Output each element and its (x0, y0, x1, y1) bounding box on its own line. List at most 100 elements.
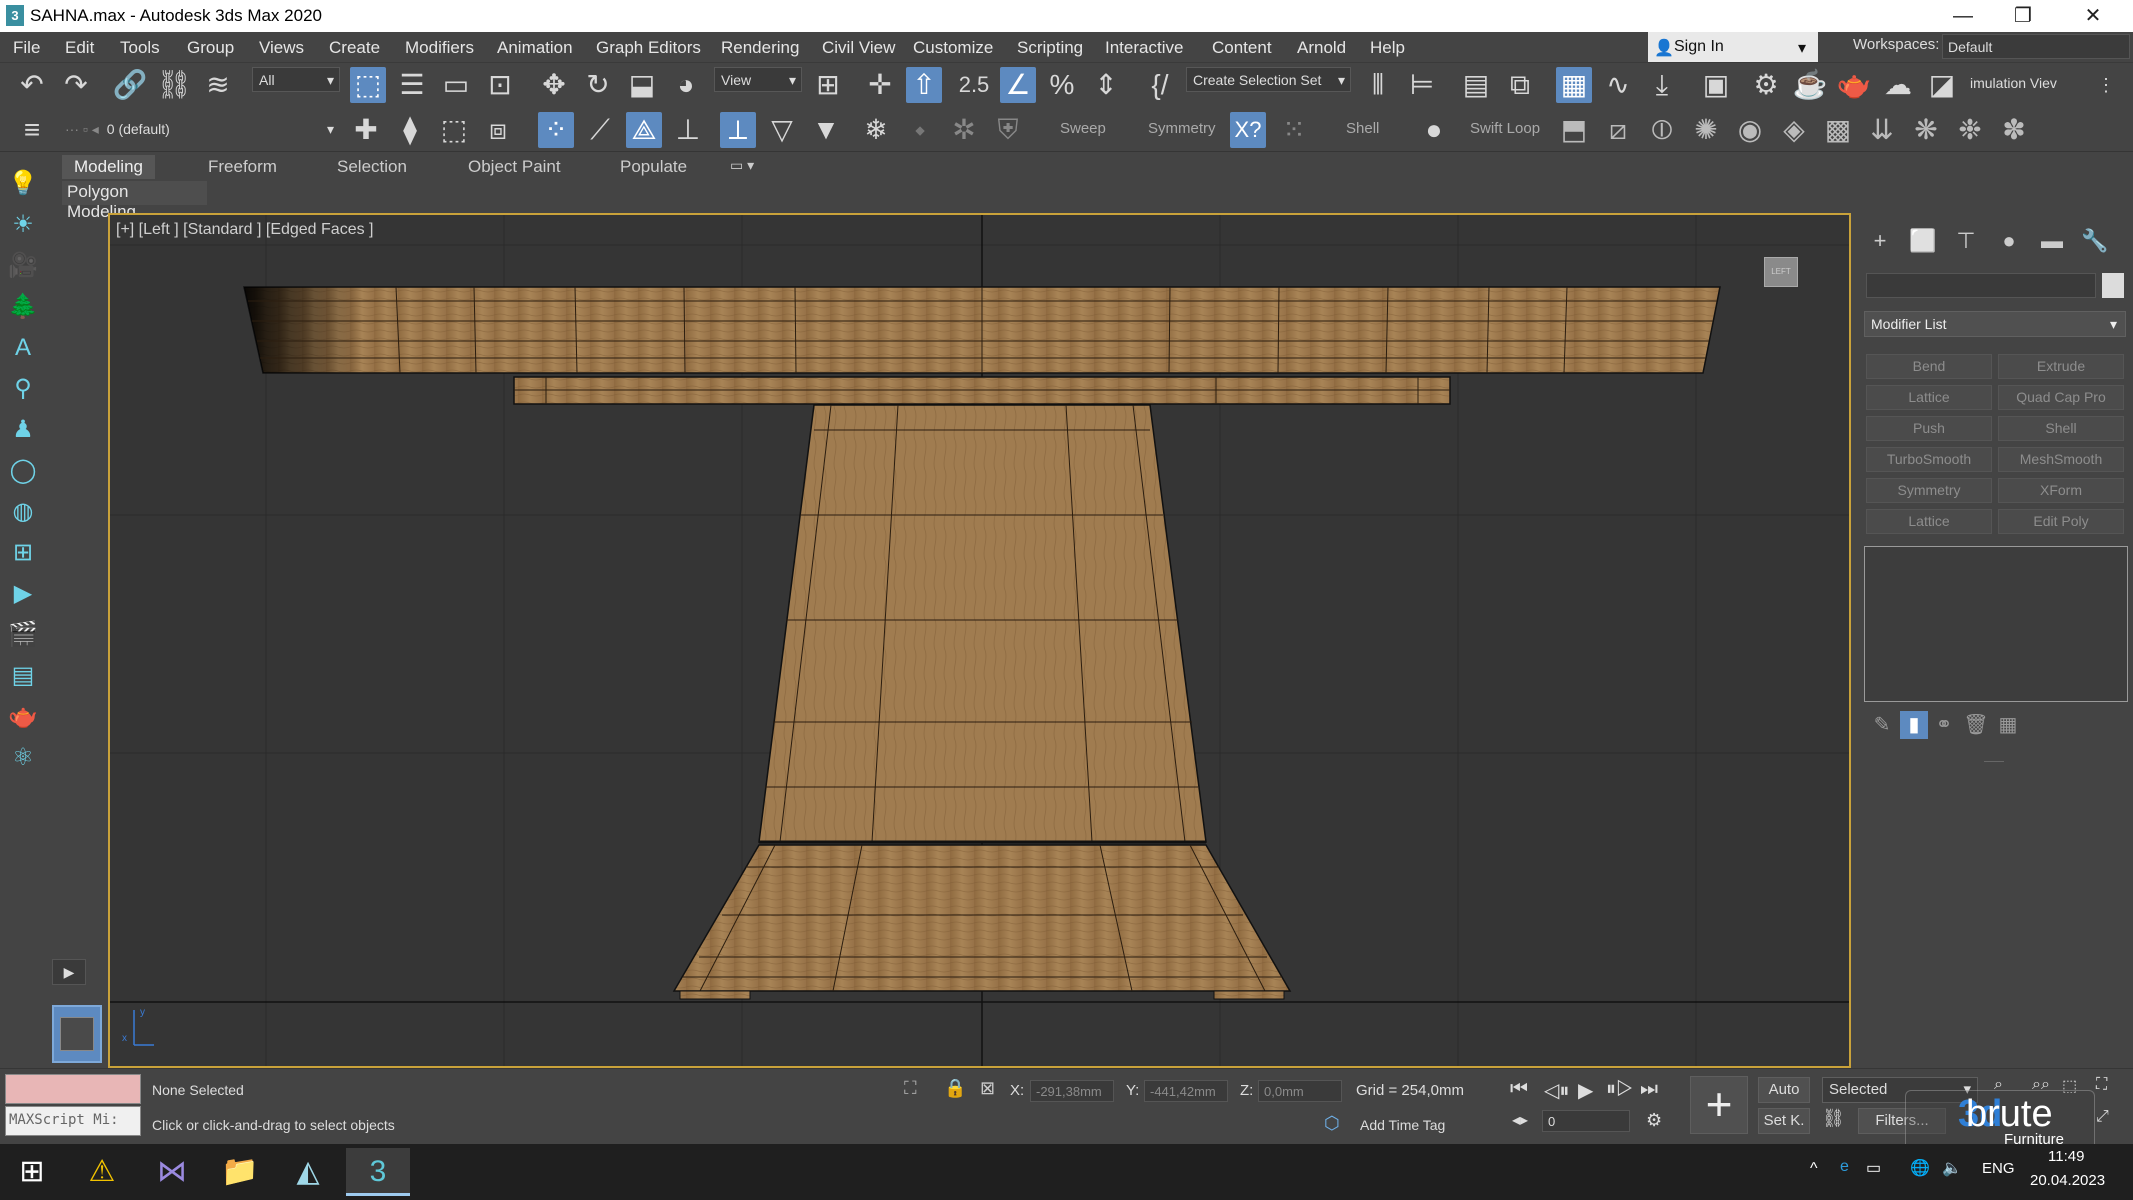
maximize-viewport-icon[interactable]: ⤢ (2096, 1108, 2109, 1126)
utilities-tab-icon[interactable]: 🔧 (2079, 228, 2111, 254)
clock-date[interactable]: 20.04.2023 (2030, 1172, 2105, 1189)
tray-chevron-icon[interactable]: ^ (1810, 1160, 1818, 1178)
time-tag-icon[interactable]: ⬡ (1324, 1113, 1340, 1134)
windows-start-icon[interactable]: ⊞ (0, 1148, 64, 1196)
menu-animation[interactable]: Animation (497, 38, 573, 58)
ring-icon[interactable]: ◯ (6, 454, 40, 488)
menu-graph-editors[interactable]: Graph Editors (596, 38, 701, 58)
tab-selection[interactable]: Selection (337, 157, 407, 177)
configure-modifier-sets-icon[interactable]: ▦ (1994, 711, 2022, 739)
show-end-result-icon[interactable]: ▮ (1900, 711, 1928, 739)
window-crossing-icon[interactable]: ⊡ (482, 67, 518, 103)
ribbon-options-icon[interactable]: ▭ ▾ (730, 157, 754, 174)
camera-icon[interactable]: 🎥 (6, 249, 40, 283)
tree-icon[interactable]: 🌲 (6, 290, 40, 324)
layer-dropdown[interactable]: ··· ▫ ◂ 0 (default) ▾ (58, 116, 340, 141)
3dsmax-taskbar-icon[interactable]: 3 (346, 1148, 410, 1196)
menu-create[interactable]: Create (329, 38, 380, 58)
align-icon[interactable]: ⊨ (1404, 67, 1440, 103)
select-polygon-icon[interactable]: ▽ (764, 112, 800, 148)
overflow-icon[interactable]: ⋮ (2088, 67, 2124, 103)
modifier-button[interactable]: TurboSmooth (1866, 447, 1992, 472)
modifier-button[interactable]: Bend (1866, 354, 1992, 379)
curve-editor-icon[interactable]: ∿ (1600, 67, 1636, 103)
rendered-frame-window-icon[interactable]: ☕ (1792, 67, 1828, 103)
film-icon[interactable]: ▶ (6, 577, 40, 611)
lightbulb-small-icon[interactable]: ⚛ (6, 741, 40, 775)
set-key-big-icon[interactable]: + (1690, 1076, 1748, 1134)
motion-tab-icon[interactable]: ● (1993, 228, 2025, 254)
snaps-toggle-icon[interactable]: 2.5 (956, 67, 992, 103)
close-button[interactable]: ✕ (2063, 0, 2123, 32)
battery-icon[interactable]: ▭ (1866, 1158, 1881, 1178)
sweep-label[interactable]: Sweep (1060, 120, 1106, 137)
constraint-face-icon[interactable]: ⟁ (626, 112, 662, 148)
keyboard-shortcut-override-icon[interactable]: ⇧ (906, 67, 942, 103)
schematic-view-icon[interactable]: ⤓ (1644, 67, 1680, 103)
sphere-map-icon[interactable]: ◍ (6, 495, 40, 529)
shield-icon[interactable]: ⛨ (990, 112, 1026, 148)
selection-filter-dropdown[interactable]: All ▾ (252, 67, 340, 92)
move-icon[interactable]: ✥ (536, 67, 572, 103)
viewcube[interactable]: LEFT (1764, 257, 1798, 287)
isolate-selection-icon[interactable]: ⛶ (904, 1078, 917, 1099)
rect-selection-region-icon[interactable]: ▭ (438, 67, 474, 103)
spinner-snap-icon[interactable]: ⇕ (1088, 67, 1124, 103)
camera-rig-icon[interactable]: 🎬 (6, 618, 40, 652)
modifier-button[interactable]: MeshSmooth (1998, 447, 2124, 472)
key-mode-icon[interactable]: ◂▸ (1512, 1110, 1528, 1130)
undo-icon[interactable]: ↶ (14, 67, 50, 103)
modifier-button[interactable]: Quad Cap Pro (1998, 385, 2124, 410)
menu-file[interactable]: File (13, 38, 40, 58)
menu-views[interactable]: Views (259, 38, 304, 58)
object-color-swatch[interactable] (2102, 273, 2124, 298)
modifier-button[interactable]: Lattice (1866, 509, 1992, 534)
layer-explorer-icon[interactable]: ⧉ (1502, 67, 1538, 103)
previous-frame-icon[interactable]: ◁⏸ (1544, 1078, 1569, 1103)
key-filters-icon[interactable]: ⛓ (1822, 1108, 1845, 1129)
auto-key-button[interactable]: Auto (1758, 1077, 1810, 1103)
go-to-start-icon[interactable]: ⏮ (1510, 1078, 1528, 1101)
preserve-uvs-icon[interactable]: ⟂ (720, 112, 756, 148)
current-frame-field[interactable]: 0 (1542, 1110, 1630, 1132)
scale-icon[interactable]: ⬓ (624, 67, 660, 103)
modifier-button[interactable]: Push (1866, 416, 1992, 441)
menu-interactive[interactable]: Interactive (1105, 38, 1183, 58)
constraint-normal-icon[interactable]: ⊥ (670, 112, 706, 148)
autodesk-icon[interactable]: ⚠ (70, 1148, 134, 1196)
simulation-view-label[interactable]: imulation Viev (1970, 75, 2057, 91)
relax-icon[interactable]: ❄ (858, 112, 894, 148)
clock-time[interactable]: 11:49 (2048, 1148, 2084, 1165)
time-configuration-icon[interactable]: ⚙ (1646, 1110, 1662, 1131)
teapot-icon[interactable]: 🫖 (6, 700, 40, 734)
select-element-icon[interactable]: ▼ (808, 112, 844, 148)
scene-explorer-icon[interactable]: ▤ (1458, 67, 1494, 103)
quickslice-icon[interactable]: ⧄ (1600, 112, 1636, 148)
menu-tools[interactable]: Tools (120, 38, 160, 58)
select-object-icon[interactable]: ⬚ (350, 67, 386, 103)
mirror-icon[interactable]: ⫴ (1360, 67, 1396, 103)
grid-plus-icon[interactable]: ⊞ (6, 536, 40, 570)
menu-civil-view[interactable]: Civil View (822, 38, 895, 58)
menu-arnold[interactable]: Arnold (1297, 38, 1346, 58)
xray-icon[interactable]: X? (1230, 112, 1266, 148)
sphere-icon[interactable]: ● (1416, 112, 1452, 148)
hierarchy-tab-icon[interactable]: ⊤ (1950, 228, 1982, 254)
bug-icon[interactable]: ✲ (946, 112, 982, 148)
align-view-icon[interactable]: ❋ (1908, 112, 1944, 148)
grid-snap-icon[interactable]: ⁘ (538, 112, 574, 148)
modifier-button[interactable]: Shell (1998, 416, 2124, 441)
maxscript-mini-listener[interactable]: MAXScript Mi: (5, 1106, 141, 1136)
remove-modifier-icon[interactable]: 🗑 (1962, 711, 1990, 739)
select-in-layer-icon[interactable]: ⧈ (480, 112, 516, 148)
reference-coordinate-dropdown[interactable]: View ▾ (714, 67, 802, 92)
scale-figure-icon[interactable]: ⚲ (6, 372, 40, 406)
render-setup-icon[interactable]: ⚙ (1748, 67, 1784, 103)
connect-icon[interactable]: ⦶ (1644, 112, 1680, 148)
sun-icon[interactable]: ☀ (6, 208, 40, 242)
make-planar-icon[interactable]: ✽ (1996, 112, 2032, 148)
polygon-modeling-panel-label[interactable]: Polygon Modeling (62, 181, 207, 221)
smooth-icon[interactable]: ◉ (1732, 112, 1768, 148)
cut-icon[interactable]: ⬒ (1556, 112, 1592, 148)
material-editor-icon[interactable]: ▣ (1698, 67, 1734, 103)
